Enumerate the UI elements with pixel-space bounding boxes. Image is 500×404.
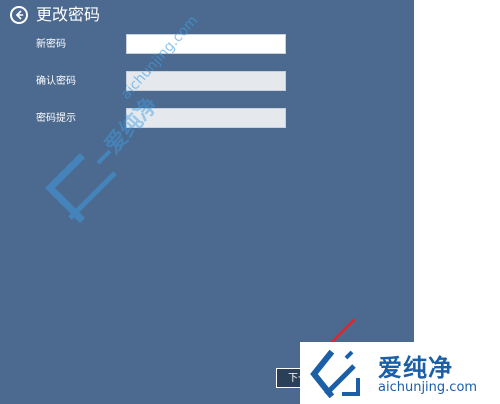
brand-url: aichunjing.com — [378, 380, 478, 395]
new-password-row: 新密码 — [0, 34, 414, 56]
confirm-password-label: 确认密码 — [36, 76, 76, 87]
back-arrow-icon — [16, 10, 24, 20]
aichunjing-logo-icon — [310, 349, 360, 399]
password-hint-label: 密码提示 — [36, 113, 76, 124]
password-hint-input[interactable] — [126, 108, 286, 128]
back-button[interactable] — [10, 6, 28, 24]
page-title: 更改密码 — [36, 5, 101, 24]
header: 更改密码 — [10, 4, 100, 26]
confirm-password-row: 确认密码 — [0, 71, 414, 93]
screen: 更改密码 新密码 确认密码 密码提示 爱纯净 aichunjing.com 下一 — [0, 0, 500, 404]
brand-logo-box: 爱纯净 aichunjing.com — [300, 342, 500, 404]
new-password-input[interactable] — [126, 34, 286, 54]
confirm-password-input[interactable] — [126, 71, 286, 91]
password-hint-row: 密码提示 — [0, 108, 414, 130]
brand-name-cn: 爱纯净 — [378, 354, 453, 382]
new-password-label: 新密码 — [36, 39, 66, 50]
